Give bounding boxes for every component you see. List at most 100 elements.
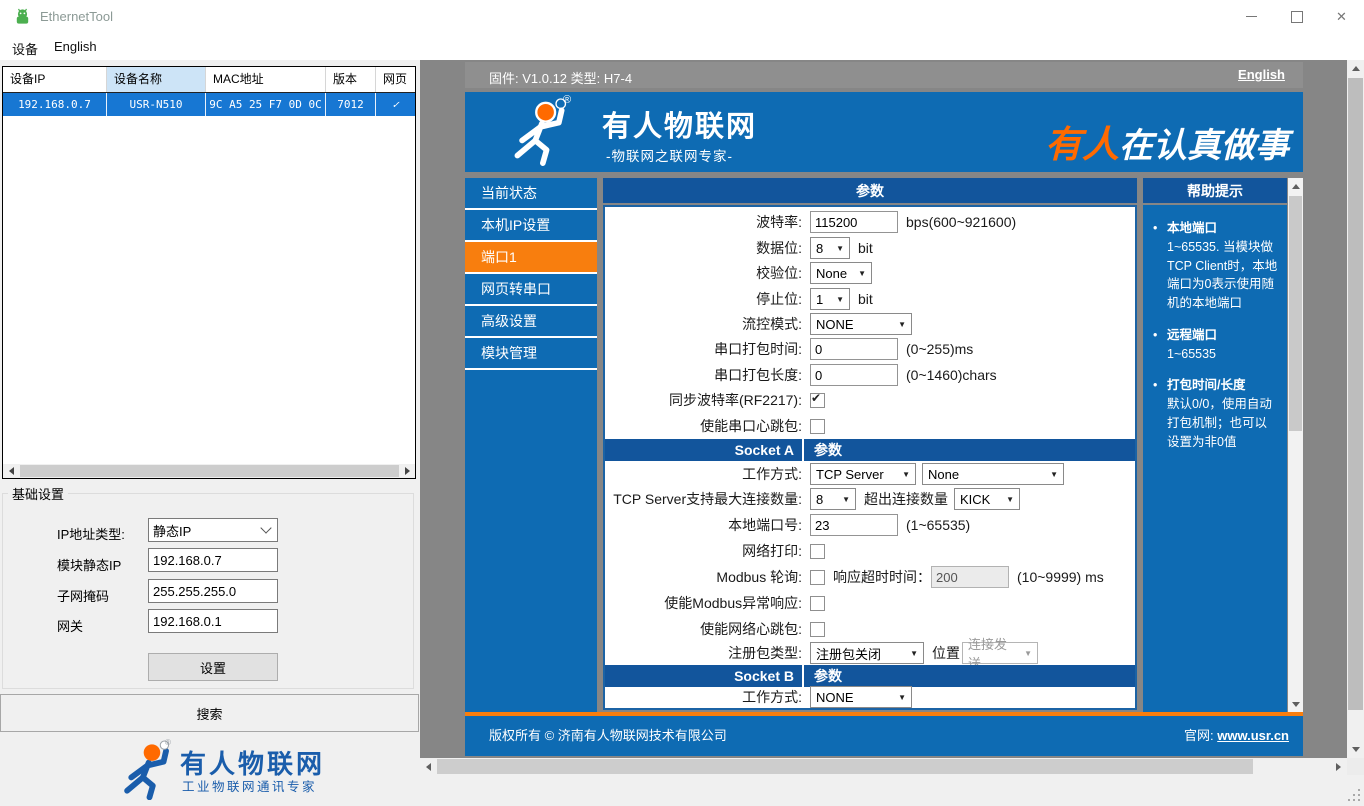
rf2217-checkbox[interactable]: ✔: [810, 391, 825, 408]
browser-vscroll-thumb[interactable]: [1348, 78, 1363, 710]
parity-label: 校验位:: [756, 265, 802, 281]
packlen-input[interactable]: [810, 364, 898, 386]
workmode-a-value: TCP Server: [816, 466, 884, 482]
gateway-input[interactable]: [148, 609, 278, 633]
bullet-icon: •: [1153, 378, 1158, 393]
modbus-checkbox[interactable]: [810, 569, 825, 585]
kick-select[interactable]: KICK ▼: [954, 488, 1020, 510]
modbus-exc-checkbox[interactable]: [810, 595, 825, 611]
scroll-right-button[interactable]: [399, 464, 415, 478]
form-scrollbar[interactable]: [1288, 178, 1303, 712]
scrollbar-corner: [1347, 758, 1364, 775]
workmode-a-sub-select[interactable]: None ▼: [922, 463, 1064, 485]
workmode-a-select[interactable]: TCP Server ▼: [810, 463, 916, 485]
modbus-timeout-input: [931, 566, 1009, 588]
netprint-label: 网络打印:: [742, 543, 802, 559]
maxconn-select[interactable]: 8 ▼: [810, 488, 856, 510]
netprint-checkbox[interactable]: [810, 543, 825, 559]
ip-type-select[interactable]: 静态IP: [148, 518, 278, 542]
col-version[interactable]: 版本: [326, 67, 376, 92]
browser-hscrollbar[interactable]: [420, 758, 1347, 775]
stopbits-select[interactable]: 1 ▼: [810, 288, 850, 310]
browser-hscroll-thumb[interactable]: [437, 759, 1253, 774]
english-link[interactable]: English: [1238, 67, 1285, 82]
scroll-down-button[interactable]: [1288, 696, 1303, 712]
regpkt-select[interactable]: 注册包关闭 ▼: [810, 642, 924, 664]
packtime-input[interactable]: [810, 338, 898, 360]
serial-heartbeat-checkbox[interactable]: [810, 418, 825, 434]
static-ip-input[interactable]: [148, 548, 278, 572]
nav-item-local-ip[interactable]: 本机IP设置: [465, 210, 597, 242]
packtime-label: 串口打包时间:: [714, 341, 802, 357]
set-button[interactable]: 设置: [148, 653, 278, 681]
menu-english[interactable]: English: [54, 39, 97, 54]
maximize-button[interactable]: [1274, 0, 1319, 33]
table-hscrollbar[interactable]: [3, 464, 415, 478]
scroll-left-button[interactable]: [420, 758, 437, 775]
scroll-left-button[interactable]: [3, 464, 19, 478]
nav-item-port1[interactable]: 端口1: [465, 242, 597, 274]
databits-label: 数据位:: [756, 240, 802, 256]
registered-mark: ®: [165, 738, 171, 747]
net-heartbeat-checkbox[interactable]: [810, 621, 825, 637]
device-table: 设备IP 设备名称 MAC地址 版本 网页 192.168.0.7 USR-N5…: [2, 66, 416, 479]
workmode-b-select[interactable]: NONE ▼: [810, 686, 912, 708]
col-mac[interactable]: MAC地址: [206, 67, 326, 92]
minimize-icon: [1246, 16, 1257, 17]
minimize-button[interactable]: [1229, 0, 1274, 33]
baud-input[interactable]: [810, 211, 898, 233]
search-button[interactable]: 搜索: [0, 694, 419, 732]
scroll-up-button[interactable]: [1347, 60, 1364, 77]
help-body-text: 1~65535: [1167, 346, 1217, 361]
nav-item-current-status[interactable]: 当前状态: [465, 178, 597, 210]
packlen-label: 串口打包长度:: [714, 367, 802, 383]
rf2217-label: 同步波特率(RF2217):: [668, 392, 802, 408]
localport-input[interactable]: [810, 514, 898, 536]
nav-item-advanced[interactable]: 高级设置: [465, 306, 597, 338]
help-item-local-port: • 本地端口 1~65535. 当模块做TCP Client时，本地端口为0表示使…: [1153, 219, 1279, 313]
flowctrl-label: 流控模式:: [742, 316, 802, 332]
browser-vscrollbar[interactable]: [1347, 60, 1364, 758]
cell-version: 7012: [326, 93, 376, 116]
params-section-title: 参数: [603, 178, 1137, 203]
dropdown-arrow-icon: ▼: [842, 494, 850, 504]
nav-item-module-mgmt[interactable]: 模块管理: [465, 338, 597, 370]
form-row-modbus-exc: 使能Modbus异常响应:: [605, 591, 1135, 615]
form-scroll-thumb[interactable]: [1289, 196, 1302, 431]
arrow-right-icon: [1336, 762, 1341, 771]
site-link[interactable]: www.usr.cn: [1217, 728, 1289, 743]
table-hscroll-thumb[interactable]: [20, 465, 400, 477]
mask-input[interactable]: [148, 579, 278, 603]
arrow-right-icon: [404, 467, 410, 475]
resize-grip[interactable]: [1346, 787, 1360, 801]
form-row-parity: 校验位: None ▼: [605, 261, 1135, 285]
col-device-ip[interactable]: 设备IP: [3, 67, 107, 92]
flowctrl-select[interactable]: NONE ▼: [810, 313, 912, 335]
web-link-icon[interactable]: ✓: [376, 93, 415, 116]
stopbits-value: 1: [816, 291, 824, 307]
cell-ip: 192.168.0.7: [3, 93, 107, 116]
site-label: 官网:: [1183, 728, 1214, 743]
menu-device[interactable]: 设备: [12, 39, 38, 58]
scroll-right-button[interactable]: [1330, 758, 1347, 775]
usr-logo-icon: [124, 740, 170, 801]
databits-select[interactable]: 8 ▼: [810, 237, 850, 259]
col-device-name[interactable]: 设备名称: [107, 67, 206, 92]
col-web[interactable]: 网页: [376, 67, 415, 92]
scroll-up-button[interactable]: [1288, 178, 1303, 194]
table-row[interactable]: 192.168.0.7 USR-N510 9C A5 25 F7 0D 0C 7…: [3, 93, 415, 116]
parity-select[interactable]: None ▼: [810, 262, 872, 284]
slogan-white: 在认真做事: [1119, 127, 1289, 165]
basic-settings-title: 基础设置: [8, 484, 69, 503]
socket-b-params: 参数: [814, 668, 842, 684]
firmware-bar: 固件: V1.0.12 类型: H7-4 English: [465, 62, 1303, 88]
parity-value: None: [816, 265, 848, 281]
maxconn-label: TCP Server支持最大连接数量:: [613, 491, 802, 507]
scroll-down-button[interactable]: [1347, 741, 1364, 758]
nav-item-web-to-serial[interactable]: 网页转串口: [465, 274, 597, 306]
page-brand-tagline: -物联网之联网专家-: [606, 149, 733, 164]
close-icon: ✕: [1336, 8, 1347, 24]
page-header: ® 有人物联网 -物联网之联网专家- 有人在认真做事: [465, 92, 1303, 172]
ethernet-tool-icon: [16, 8, 29, 24]
close-button[interactable]: ✕: [1319, 0, 1364, 33]
